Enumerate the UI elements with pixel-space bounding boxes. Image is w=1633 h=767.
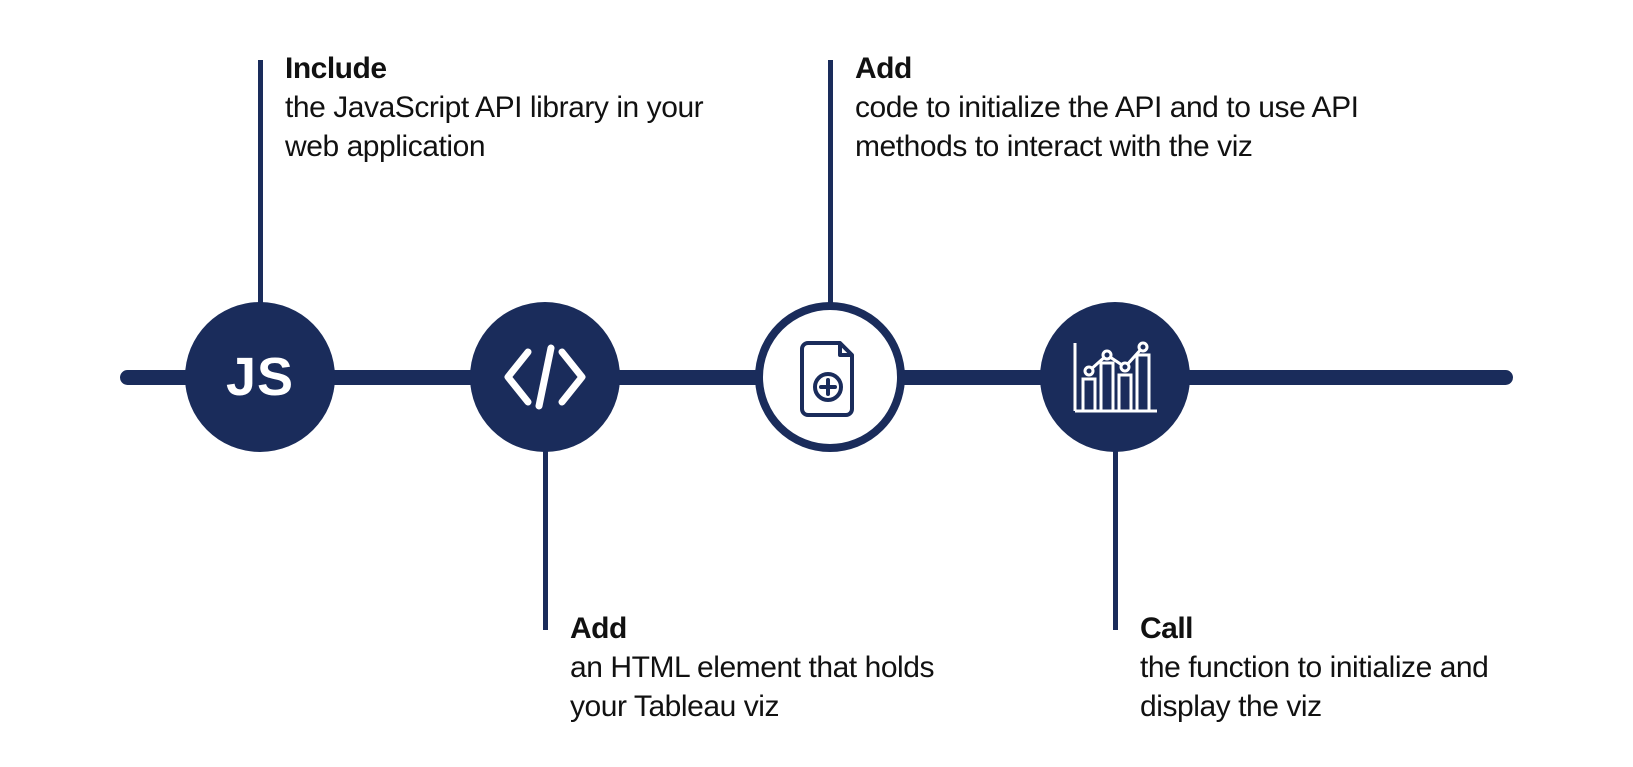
step-title: Add [570,610,970,648]
step-title: Add [855,50,1415,88]
chart-icon [1067,333,1163,421]
step-label-1: Include the JavaScript API library in yo… [285,50,705,166]
connector-step-4 [1113,440,1118,630]
step-node-4 [1040,302,1190,452]
step-desc: the function to initialize and display t… [1140,648,1540,726]
step-desc: an HTML element that holds your Tableau … [570,648,970,726]
step-desc: code to initialize the API and to use AP… [855,88,1415,166]
connector-step-3 [828,60,833,310]
js-icon: JS [226,346,294,408]
step-node-3 [755,302,905,452]
step-label-4: Call the function to initialize and disp… [1140,610,1540,726]
step-node-1: JS [185,302,335,452]
file-plus-icon [798,337,862,417]
step-label-3: Add code to initialize the API and to us… [855,50,1415,166]
step-node-2 [470,302,620,452]
code-icon [500,342,590,412]
connector-step-2 [543,440,548,630]
step-label-2: Add an HTML element that holds your Tabl… [570,610,970,726]
step-desc: the JavaScript API library in your web a… [285,88,705,166]
step-title: Include [285,50,705,88]
step-title: Call [1140,610,1540,648]
connector-step-1 [258,60,263,310]
